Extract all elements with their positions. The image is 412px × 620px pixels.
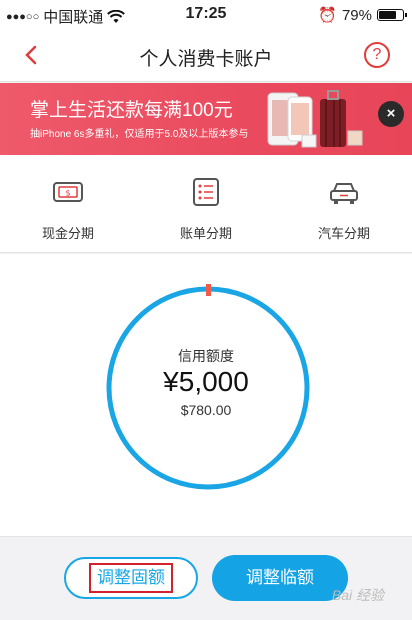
svg-text:$: $	[65, 189, 70, 198]
battery-area: ⏰ 79%	[318, 6, 407, 24]
service-cash-installment[interactable]: $ 现金分期	[8, 177, 128, 242]
action-bar: 调整固额 调整临额 Bai 经验	[0, 536, 412, 620]
service-label: 账单分期	[179, 226, 232, 241]
cash-card-icon: $	[53, 182, 83, 202]
installment-services: $ 现金分期 账单分期 汽车分期	[0, 155, 412, 253]
help-icon[interactable]: ?	[364, 42, 390, 68]
credit-limit-label: 信用额度	[178, 348, 234, 364]
battery-icon	[377, 9, 407, 21]
banner-subtitle: 抽iPhone 6s多重礼，仅适用于5.0及以上版本参与	[30, 129, 249, 140]
service-label: 现金分期	[41, 226, 94, 241]
watermark: Bai 经验	[331, 587, 384, 603]
car-icon	[330, 183, 358, 204]
bill-list-icon	[193, 178, 219, 206]
banner-title: 掌上生活还款每满100元	[30, 100, 233, 121]
credit-used-amount: $780.00	[180, 402, 232, 418]
credit-limit-amount: ¥5,000	[163, 366, 249, 397]
banner-close-icon[interactable]: ×	[378, 101, 404, 127]
battery-percent: 79%	[341, 6, 372, 24]
adjust-fixed-limit-label: 调整固额	[89, 563, 173, 593]
alarm-icon: ⏰	[318, 7, 337, 24]
adjust-temp-limit-button[interactable]: 调整临额	[212, 555, 348, 601]
phone-luggage-illustration	[267, 90, 363, 148]
credit-panel: 信用额度 ¥5,000 $780.00	[0, 254, 412, 536]
nav-bar: 个人消费卡账户 ?	[0, 30, 412, 82]
status-bar: ●●●○○ 中国联通 17:25 ⏰ 79%	[0, 0, 412, 30]
promo-banner[interactable]: 掌上生活还款每满100元 抽iPhone 6s多重礼，仅适用于5.0及以上版本参…	[0, 83, 412, 155]
service-car-installment[interactable]: 汽车分期	[284, 177, 404, 242]
usage-marker	[206, 284, 211, 296]
service-label: 汽车分期	[317, 226, 370, 241]
service-bill-installment[interactable]: 账单分期	[146, 177, 266, 242]
adjust-fixed-limit-button[interactable]: 调整固额	[64, 557, 198, 599]
page-title: 个人消费卡账户	[139, 49, 273, 70]
